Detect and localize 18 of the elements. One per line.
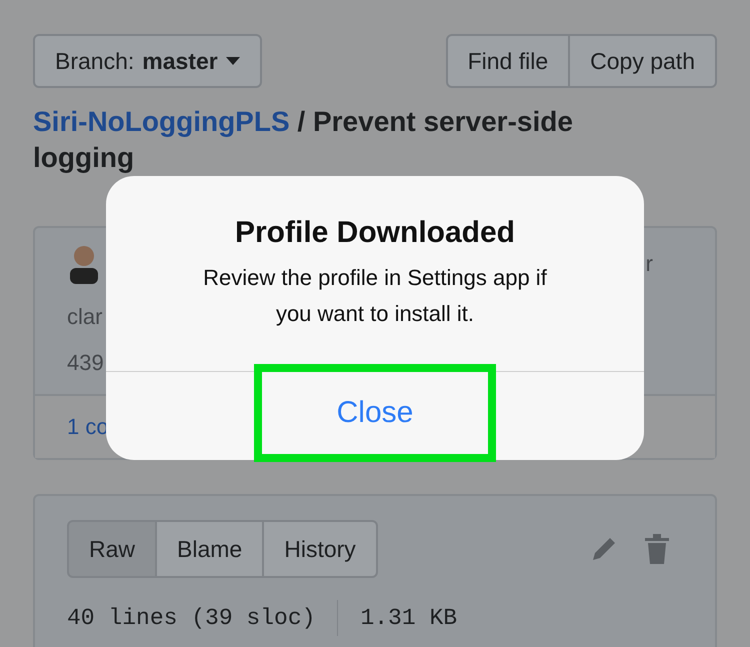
file-tab[interactable]: Blame (157, 520, 264, 578)
toolbar-button[interactable]: Copy path (570, 34, 717, 88)
dialog-message: Review the profile in Settings app if you want to install it. (202, 264, 548, 328)
commit-count: 439 (67, 350, 104, 376)
commit-text: r (646, 251, 653, 277)
avatar-icon (67, 244, 101, 284)
file-size: 1.31 KB (360, 605, 458, 631)
author-name: clar (67, 304, 102, 330)
file-tab[interactable]: History (264, 520, 378, 578)
file-tab[interactable]: Raw (67, 520, 158, 578)
trash-icon[interactable] (645, 534, 669, 564)
file-path: Siri-NoLoggingPLS / Prevent server-side logging (33, 105, 574, 175)
branch-button[interactable]: Branch: master (33, 34, 262, 88)
close-button[interactable]: Close (254, 364, 496, 462)
dialog-title: Profile Downloaded (234, 216, 516, 250)
toolbar-button[interactable]: Find file (446, 34, 570, 88)
line-count: 40 lines (39 sloc) (67, 605, 316, 631)
caret-icon (226, 57, 240, 65)
